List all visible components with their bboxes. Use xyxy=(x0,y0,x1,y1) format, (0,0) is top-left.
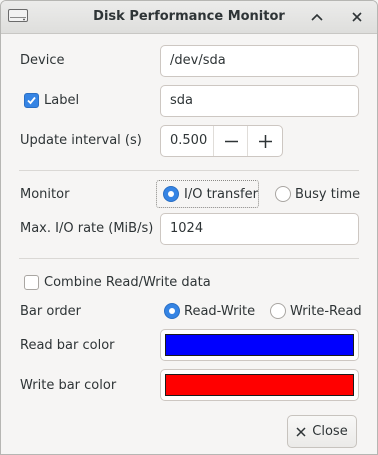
monitor-label: Monitor xyxy=(20,187,70,202)
separator xyxy=(19,258,359,259)
label-field[interactable]: sda xyxy=(160,85,359,117)
plus-icon xyxy=(259,134,272,148)
bar-order-write-read-radio[interactable] xyxy=(270,303,286,319)
read-bar-color-button[interactable] xyxy=(160,329,359,361)
bar-order-read-write-radio[interactable] xyxy=(164,303,180,319)
read-bar-color-swatch xyxy=(165,334,354,356)
increment-button[interactable] xyxy=(247,126,283,156)
monitor-io-transfer-radio[interactable] xyxy=(163,186,179,202)
close-icon xyxy=(352,12,362,22)
read-bar-color-label: Read bar color xyxy=(20,338,115,353)
max-io-rate-field[interactable]: 1024 xyxy=(160,213,359,245)
combine-read-write-checkbox[interactable] xyxy=(24,275,39,290)
monitor-io-transfer-label[interactable]: I/O transfer xyxy=(184,187,258,202)
chevron-up-icon xyxy=(311,13,323,21)
minus-icon xyxy=(225,140,238,142)
max-io-rate-label: Max. I/O rate (MiB/s) xyxy=(20,221,154,236)
close-icon xyxy=(296,426,306,437)
close-button-label: Close xyxy=(312,424,348,439)
checkmark-icon xyxy=(27,96,36,105)
device-label: Device xyxy=(20,53,65,68)
close-window-button[interactable] xyxy=(347,7,367,27)
update-interval-value[interactable]: 0.500 xyxy=(170,126,207,156)
label-checkbox-label[interactable]: Label xyxy=(44,93,79,108)
monitor-busy-time-radio[interactable] xyxy=(275,186,291,202)
separator xyxy=(19,170,359,171)
bar-order-read-write-label[interactable]: Read-Write xyxy=(184,304,255,319)
write-bar-color-swatch xyxy=(165,374,354,396)
disk-performance-monitor-dialog: Disk Performance Monitor Device /dev/sda… xyxy=(0,0,378,455)
title-bar[interactable]: Disk Performance Monitor xyxy=(1,1,377,34)
bar-order-label: Bar order xyxy=(20,304,82,319)
monitor-busy-time-label[interactable]: Busy time xyxy=(295,187,360,202)
minimize-button[interactable] xyxy=(307,7,327,27)
decrement-button[interactable] xyxy=(213,126,249,156)
combine-read-write-label[interactable]: Combine Read/Write data xyxy=(44,275,211,290)
update-interval-spinner[interactable]: 0.500 xyxy=(160,125,283,157)
update-interval-label: Update interval (s) xyxy=(20,133,142,148)
label-checkbox[interactable] xyxy=(24,93,39,108)
close-button[interactable]: Close xyxy=(287,415,357,448)
bar-order-write-read-label[interactable]: Write-Read xyxy=(290,304,362,319)
write-bar-color-button[interactable] xyxy=(160,369,359,401)
write-bar-color-label: Write bar color xyxy=(20,378,117,393)
device-field[interactable]: /dev/sda xyxy=(160,45,359,77)
